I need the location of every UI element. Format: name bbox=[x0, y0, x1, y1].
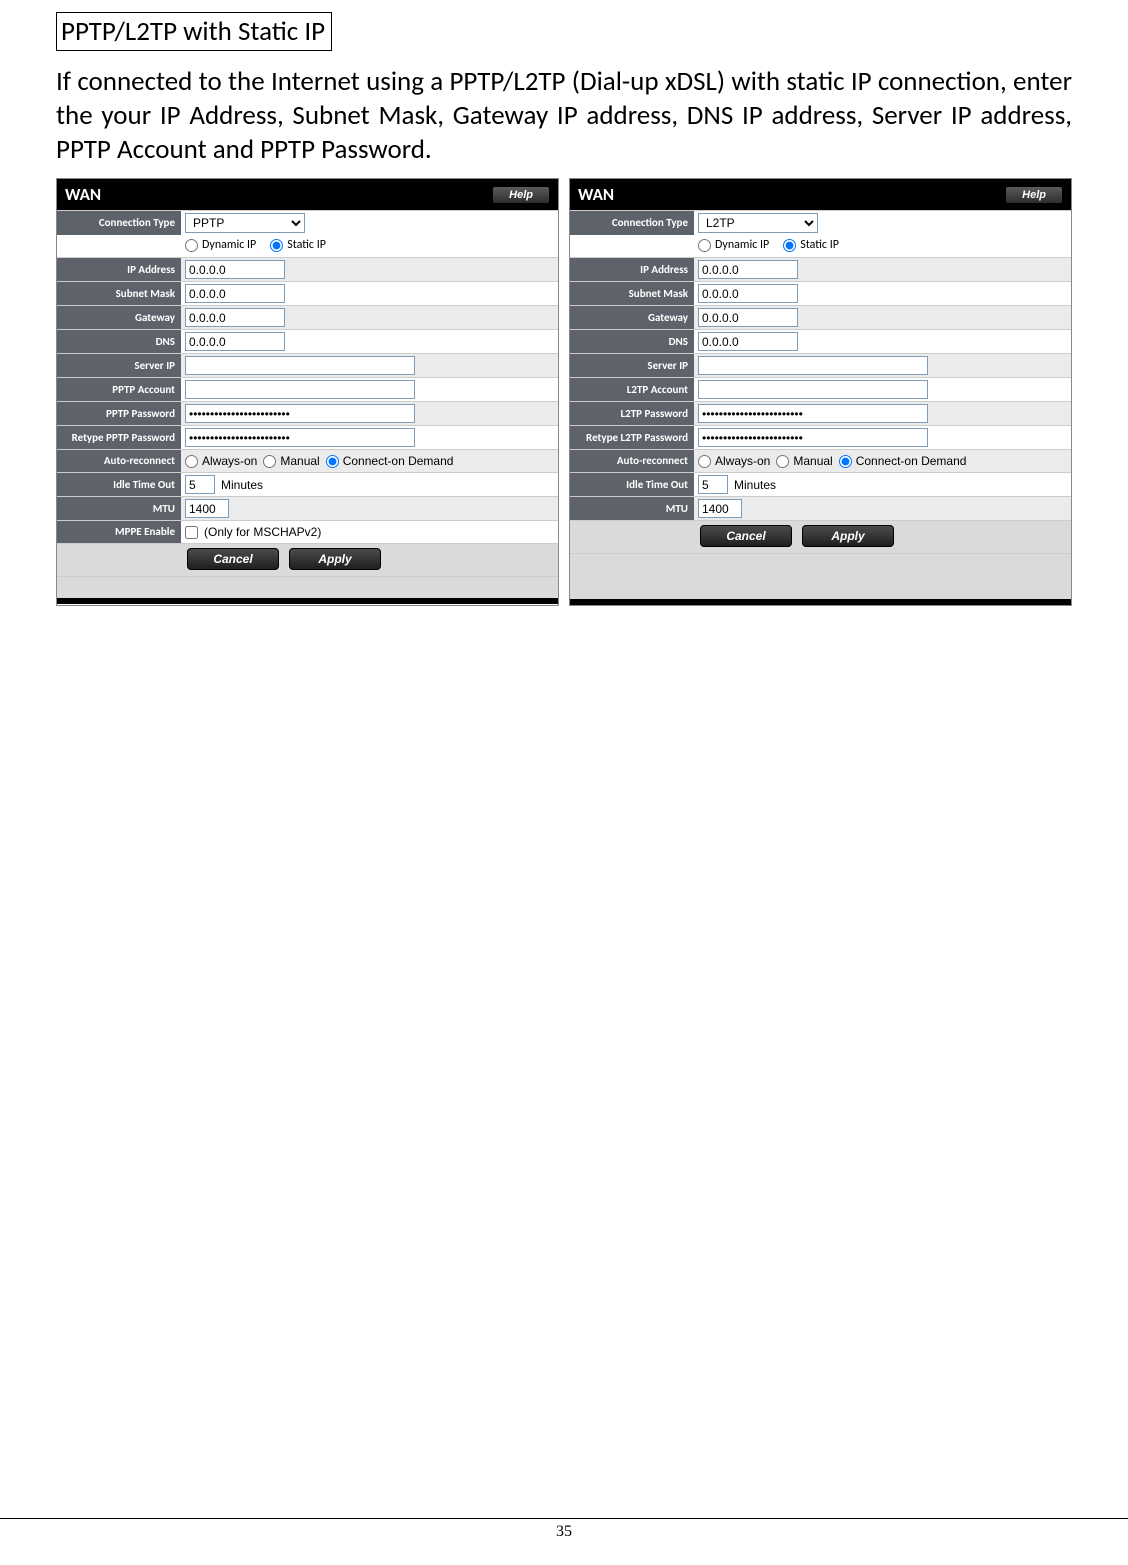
static-ip-label: Static IP bbox=[287, 238, 326, 252]
account-input[interactable] bbox=[698, 380, 928, 399]
idle-timeout-input[interactable] bbox=[185, 475, 215, 494]
label-gateway: Gateway bbox=[570, 305, 694, 329]
password-input[interactable] bbox=[185, 404, 415, 423]
manual-radio[interactable] bbox=[263, 455, 276, 468]
dns-input[interactable] bbox=[185, 332, 285, 351]
label-server-ip: Server IP bbox=[570, 353, 694, 377]
intro-paragraph: If connected to the Internet using a PPT… bbox=[56, 65, 1072, 166]
label-dns: DNS bbox=[570, 329, 694, 353]
connect-on-demand-label: Connect-on Demand bbox=[343, 454, 454, 468]
panels-container: WAN Help Connection Type PPTP Dynamic IP… bbox=[56, 178, 1072, 606]
connection-type-select[interactable]: PPTP bbox=[185, 213, 305, 233]
panel-title: WAN bbox=[578, 184, 614, 205]
ip-mode-row: Dynamic IP Static IP bbox=[57, 235, 558, 257]
label-mtu: MTU bbox=[57, 496, 181, 520]
mppe-note: (Only for MSCHAPv2) bbox=[204, 525, 321, 539]
connect-on-demand-label: Connect-on Demand bbox=[856, 454, 967, 468]
label-idle-timeout: Idle Time Out bbox=[57, 472, 181, 496]
label-mppe: MPPE Enable bbox=[57, 520, 181, 543]
label-ip-address: IP Address bbox=[570, 257, 694, 281]
minutes-label: Minutes bbox=[221, 478, 263, 492]
label-ip-address: IP Address bbox=[57, 257, 181, 281]
mtu-input[interactable] bbox=[698, 499, 742, 518]
password-input[interactable] bbox=[698, 404, 928, 423]
retype-password-input[interactable] bbox=[698, 428, 928, 447]
dynamic-ip-label: Dynamic IP bbox=[202, 238, 256, 252]
connection-type-select[interactable]: L2TP bbox=[698, 213, 818, 233]
manual-label: Manual bbox=[280, 454, 319, 468]
label-mtu: MTU bbox=[570, 496, 694, 520]
always-on-radio[interactable] bbox=[185, 455, 198, 468]
always-on-label: Always-on bbox=[715, 454, 770, 468]
wan-panel-l2tp: WAN Help Connection Type L2TP Dynamic IP… bbox=[569, 178, 1072, 606]
gateway-input[interactable] bbox=[185, 308, 285, 327]
always-on-radio[interactable] bbox=[698, 455, 711, 468]
label-connection-type: Connection Type bbox=[570, 210, 694, 235]
static-ip-radio[interactable] bbox=[270, 239, 283, 252]
label-auto-reconnect: Auto-reconnect bbox=[570, 449, 694, 472]
apply-button[interactable]: Apply bbox=[289, 548, 381, 570]
label-dns: DNS bbox=[57, 329, 181, 353]
static-ip-label: Static IP bbox=[800, 238, 839, 252]
label-password: L2TP Password bbox=[570, 401, 694, 425]
dynamic-ip-radio[interactable] bbox=[698, 239, 711, 252]
label-server-ip: Server IP bbox=[57, 353, 181, 377]
button-bar: Cancel Apply bbox=[570, 520, 1071, 553]
label-auto-reconnect: Auto-reconnect bbox=[57, 449, 181, 472]
panel-header: WAN Help bbox=[570, 179, 1071, 210]
static-ip-radio[interactable] bbox=[783, 239, 796, 252]
help-button[interactable]: Help bbox=[492, 186, 550, 204]
cancel-button[interactable]: Cancel bbox=[187, 548, 279, 570]
ip-address-input[interactable] bbox=[185, 260, 285, 279]
label-subnet-mask: Subnet Mask bbox=[57, 281, 181, 305]
connect-on-demand-radio[interactable] bbox=[326, 455, 339, 468]
label-account: PPTP Account bbox=[57, 377, 181, 401]
cancel-button[interactable]: Cancel bbox=[700, 525, 792, 547]
server-ip-input[interactable] bbox=[698, 356, 928, 375]
label-password: PPTP Password bbox=[57, 401, 181, 425]
subnet-mask-input[interactable] bbox=[185, 284, 285, 303]
dynamic-ip-label: Dynamic IP bbox=[715, 238, 769, 252]
label-gateway: Gateway bbox=[57, 305, 181, 329]
server-ip-input[interactable] bbox=[185, 356, 415, 375]
subnet-mask-input[interactable] bbox=[698, 284, 798, 303]
mtu-input[interactable] bbox=[185, 499, 229, 518]
page-number: 35 bbox=[556, 1523, 572, 1540]
panel-header: WAN Help bbox=[57, 179, 558, 210]
section-title: PPTP/L2TP with Static IP bbox=[56, 12, 332, 51]
account-input[interactable] bbox=[185, 380, 415, 399]
label-idle-timeout: Idle Time Out bbox=[570, 472, 694, 496]
ip-address-input[interactable] bbox=[698, 260, 798, 279]
idle-timeout-input[interactable] bbox=[698, 475, 728, 494]
dns-input[interactable] bbox=[698, 332, 798, 351]
connect-on-demand-radio[interactable] bbox=[839, 455, 852, 468]
label-connection-type: Connection Type bbox=[57, 210, 181, 235]
mppe-checkbox[interactable] bbox=[185, 526, 198, 539]
dynamic-ip-radio[interactable] bbox=[185, 239, 198, 252]
minutes-label: Minutes bbox=[734, 478, 776, 492]
help-button[interactable]: Help bbox=[1005, 186, 1063, 204]
retype-password-input[interactable] bbox=[185, 428, 415, 447]
label-retype-password: Retype PPTP Password bbox=[57, 425, 181, 449]
manual-radio[interactable] bbox=[776, 455, 789, 468]
panel-title: WAN bbox=[65, 184, 101, 205]
button-bar: Cancel Apply bbox=[57, 543, 558, 576]
gateway-input[interactable] bbox=[698, 308, 798, 327]
apply-button[interactable]: Apply bbox=[802, 525, 894, 547]
always-on-label: Always-on bbox=[202, 454, 257, 468]
label-account: L2TP Account bbox=[570, 377, 694, 401]
manual-label: Manual bbox=[793, 454, 832, 468]
label-retype-password: Retype L2TP Password bbox=[570, 425, 694, 449]
wan-panel-pptp: WAN Help Connection Type PPTP Dynamic IP… bbox=[56, 178, 559, 606]
page-footer: 35 bbox=[0, 1518, 1128, 1541]
ip-mode-row: Dynamic IP Static IP bbox=[570, 235, 1071, 257]
label-subnet-mask: Subnet Mask bbox=[570, 281, 694, 305]
